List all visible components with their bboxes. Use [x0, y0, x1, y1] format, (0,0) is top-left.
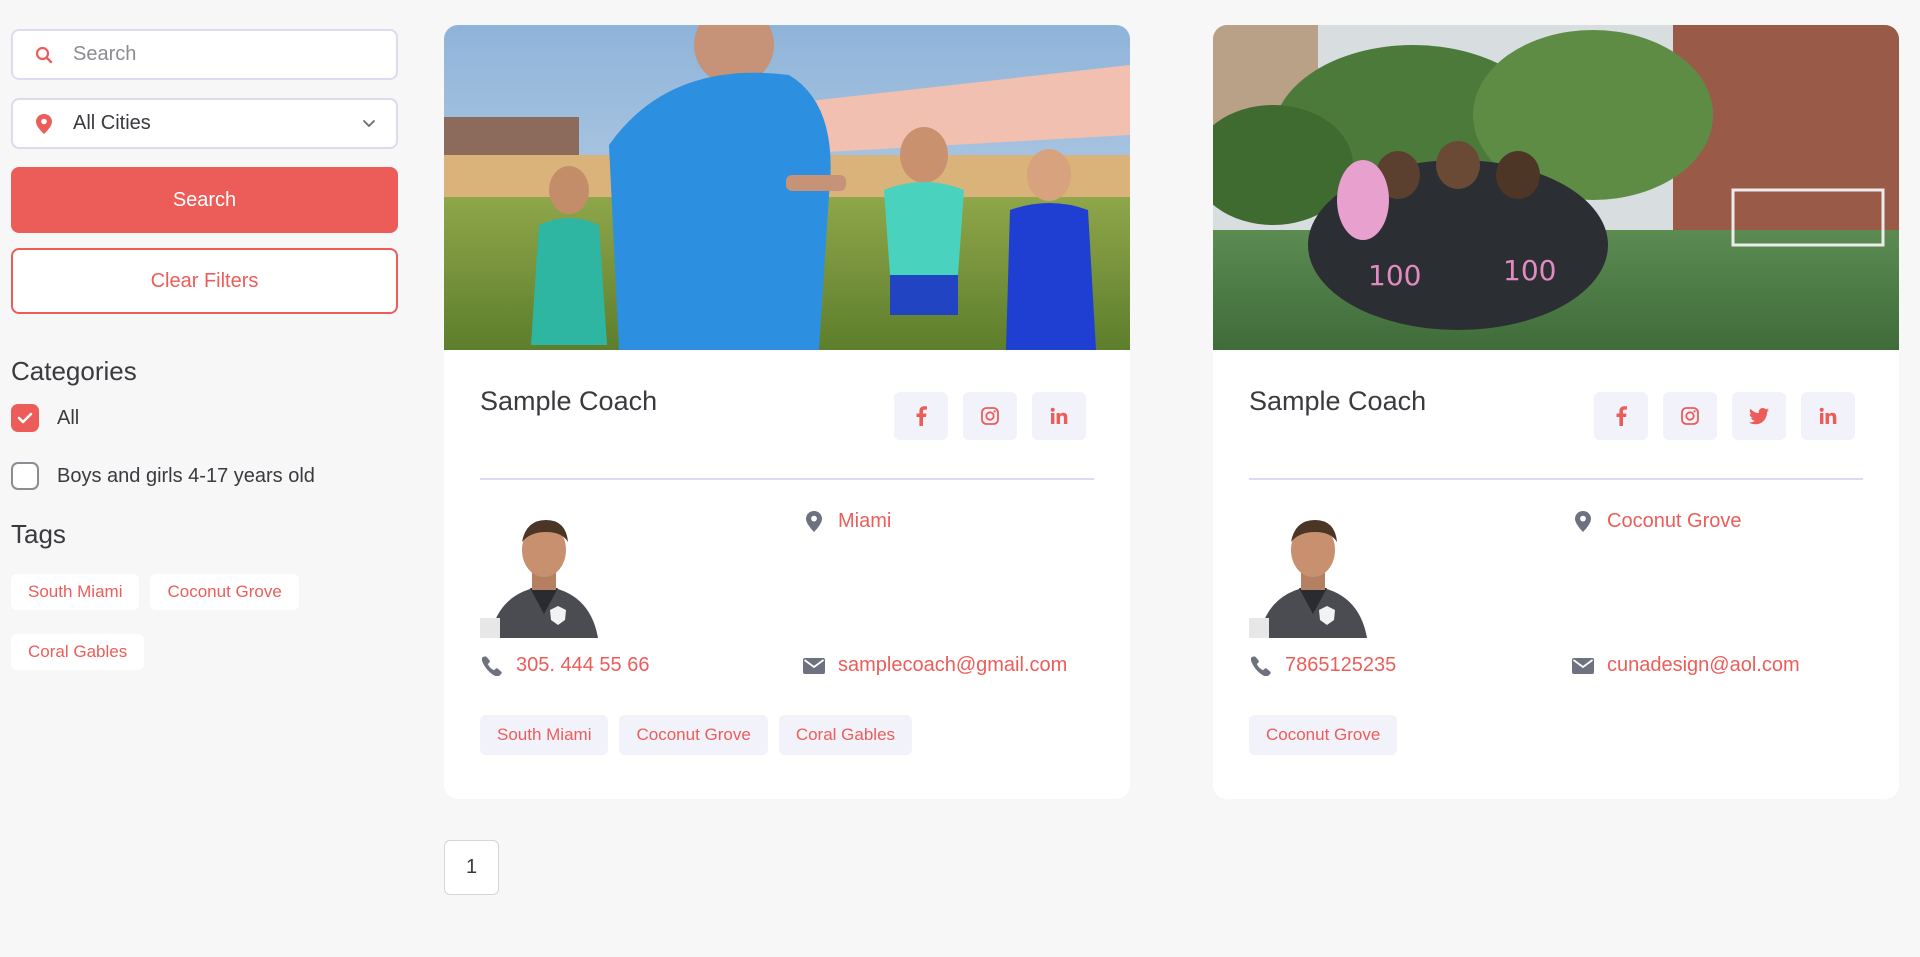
coach-banner-photo: 100 100: [1213, 25, 1899, 350]
clear-filters-button[interactable]: Clear Filters: [11, 248, 398, 314]
map-pin-icon: [802, 511, 826, 532]
envelope-icon: [802, 657, 826, 674]
coach-location: Miami: [802, 510, 891, 533]
coach-banner-photo: [444, 25, 1130, 350]
coach-tags: Coconut Grove: [1249, 715, 1398, 755]
facebook-icon[interactable]: [1594, 392, 1648, 440]
city-select-value: All Cities: [73, 112, 151, 134]
coach-location: Coconut Grove: [1571, 510, 1742, 533]
search-field[interactable]: [11, 29, 398, 80]
coach-email: cunadesign@aol.com: [1571, 654, 1800, 677]
tag-chip[interactable]: South Miami: [11, 574, 140, 610]
instagram-icon[interactable]: [963, 392, 1017, 440]
coach-card: Sample Coach Miami 305. 444 55 66 sample…: [444, 25, 1130, 799]
coach-avatar: [1249, 510, 1377, 638]
twitter-icon[interactable]: [1732, 392, 1786, 440]
svg-text:100: 100: [1503, 254, 1556, 287]
phone-link[interactable]: 305. 444 55 66: [516, 654, 649, 677]
coach-card: 100 100 Sample Coach Coconut Grove 78651…: [1213, 25, 1899, 799]
tags-heading: Tags: [11, 519, 66, 549]
instagram-icon[interactable]: [1663, 392, 1717, 440]
location-link[interactable]: Coconut Grove: [1607, 510, 1742, 533]
phone-icon: [1249, 655, 1273, 676]
search-button[interactable]: Search: [11, 167, 398, 233]
tag-chip[interactable]: Coral Gables: [11, 634, 145, 670]
check-icon: [17, 412, 33, 424]
tag-list: South Miami Coconut Grove Coral Gables: [11, 574, 331, 670]
coach-avatar: [480, 510, 608, 638]
phone-icon: [480, 655, 504, 676]
search-icon: [33, 46, 55, 64]
social-links: [894, 392, 1086, 440]
category-checkbox-all[interactable]: [11, 404, 39, 432]
email-link[interactable]: cunadesign@aol.com: [1607, 654, 1800, 677]
tag-chip[interactable]: Coconut Grove: [1249, 715, 1398, 755]
coach-name: Sample Coach: [480, 386, 658, 416]
map-pin-icon: [33, 113, 55, 134]
category-checkbox-kids[interactable]: [11, 462, 39, 490]
pagination-page-button[interactable]: 1: [444, 840, 499, 895]
phone-link[interactable]: 7865125235: [1285, 654, 1396, 677]
tag-chip[interactable]: South Miami: [480, 715, 609, 755]
facebook-icon[interactable]: [894, 392, 948, 440]
category-option-kids[interactable]: Boys and girls 4-17 years old: [11, 461, 398, 491]
coach-phone: 7865125235: [1249, 654, 1396, 677]
coach-name: Sample Coach: [1249, 386, 1427, 416]
category-label: All: [57, 406, 80, 429]
city-select[interactable]: All Cities: [11, 98, 398, 149]
svg-text:100: 100: [1368, 259, 1421, 292]
chevron-down-icon: [362, 115, 376, 133]
envelope-icon: [1571, 657, 1595, 674]
linkedin-icon[interactable]: [1801, 392, 1855, 440]
categories-heading: Categories: [11, 356, 137, 386]
tag-chip[interactable]: Coconut Grove: [150, 574, 299, 610]
social-links: [1594, 392, 1855, 440]
search-input[interactable]: [73, 43, 376, 66]
category-label: Boys and girls 4-17 years old: [57, 464, 315, 487]
coach-tags: South Miami Coconut Grove Coral Gables: [480, 715, 913, 755]
filter-sidebar: All Cities Search Clear Filters Categori…: [11, 29, 398, 670]
tag-chip[interactable]: Coconut Grove: [619, 715, 768, 755]
category-option-all[interactable]: All: [11, 403, 398, 433]
location-link[interactable]: Miami: [838, 510, 891, 533]
coach-email: samplecoach@gmail.com: [802, 654, 1067, 677]
email-link[interactable]: samplecoach@gmail.com: [838, 654, 1067, 677]
map-pin-icon: [1571, 511, 1595, 532]
coach-phone: 305. 444 55 66: [480, 654, 649, 677]
linkedin-icon[interactable]: [1032, 392, 1086, 440]
tag-chip[interactable]: Coral Gables: [778, 715, 913, 755]
